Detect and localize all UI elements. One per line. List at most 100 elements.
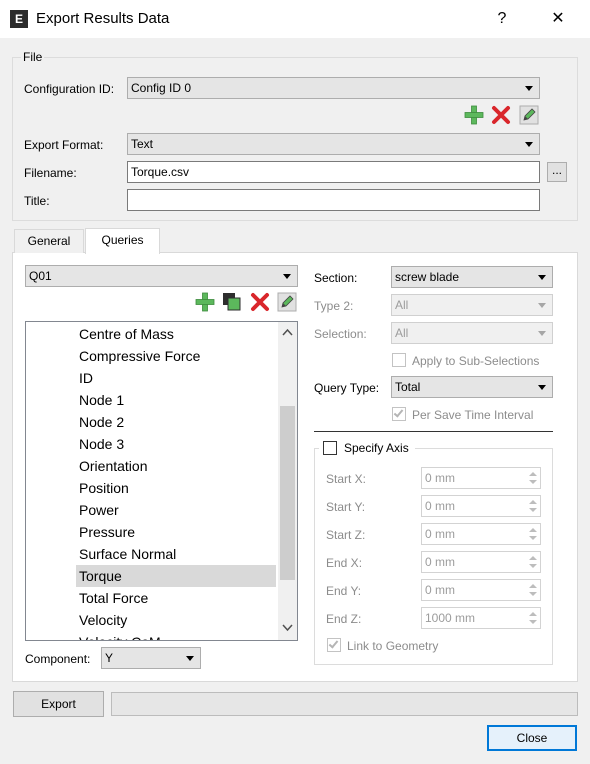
query-select[interactable]: Q01 — [25, 265, 298, 287]
edit-query-icon[interactable] — [277, 292, 297, 312]
type2-select[interactable]: All — [391, 294, 553, 316]
configuration-id-label: Configuration ID: — [24, 82, 115, 96]
help-button[interactable]: ? — [490, 8, 514, 30]
window-title: Export Results Data — [36, 10, 170, 27]
end-y-value: 0 mm — [425, 583, 455, 597]
component-select[interactable]: Y — [101, 647, 201, 669]
browse-button[interactable]: ... — [547, 162, 567, 182]
list-item[interactable]: Surface Normal — [76, 543, 276, 565]
add-icon[interactable] — [464, 105, 484, 125]
list-item[interactable]: Centre of Mass — [76, 323, 276, 345]
apply-sub-selections-checkbox[interactable] — [392, 353, 406, 367]
start-z-label: Start Z: — [326, 528, 366, 542]
list-item[interactable]: Position — [76, 477, 276, 499]
app-icon: E — [10, 10, 28, 28]
start-y-value: 0 mm — [425, 499, 455, 513]
list-item-selected[interactable]: Torque — [76, 565, 276, 587]
list-item[interactable]: Node 3 — [76, 433, 276, 455]
spin-up-icon[interactable] — [529, 612, 537, 616]
selection-label: Selection: — [314, 327, 367, 341]
close-button[interactable]: Close — [487, 725, 577, 751]
edit-icon[interactable] — [519, 105, 539, 125]
specify-axis-checkbox[interactable] — [323, 441, 337, 455]
filename-input[interactable]: Torque.csv — [127, 161, 540, 183]
spin-down-icon[interactable] — [529, 564, 537, 568]
spin-down-icon[interactable] — [529, 620, 537, 624]
list-item[interactable]: Total Force — [76, 587, 276, 609]
checkmark-icon — [328, 638, 339, 649]
per-save-time-label: Per Save Time Interval — [412, 408, 534, 422]
list-scrollbar[interactable] — [278, 322, 297, 640]
selection-value: All — [395, 326, 409, 340]
list-item[interactable]: Velocity CoM — [76, 631, 276, 640]
window-close-button[interactable]: ✕ — [546, 8, 570, 30]
link-geometry-label: Link to Geometry — [347, 639, 439, 653]
chevron-down-icon[interactable] — [282, 624, 293, 632]
list-item[interactable]: Node 2 — [76, 411, 276, 433]
list-item[interactable]: Node 1 — [76, 389, 276, 411]
spin-down-icon[interactable] — [529, 536, 537, 540]
delete-icon[interactable] — [491, 105, 511, 125]
end-y-label: End Y: — [326, 584, 362, 598]
spin-up-icon[interactable] — [529, 500, 537, 504]
list-item[interactable]: Power — [76, 499, 276, 521]
list-item[interactable]: Compressive Force — [76, 345, 276, 367]
start-x-label: Start X: — [326, 472, 367, 486]
list-item[interactable]: ID — [76, 367, 276, 389]
chevron-down-icon — [538, 303, 546, 308]
query-type-label: Query Type: — [314, 381, 380, 395]
property-list[interactable]: Centre of Mass Compressive Force ID Node… — [25, 321, 298, 641]
spin-up-icon[interactable] — [529, 556, 537, 560]
type2-label: Type 2: — [314, 299, 354, 313]
start-y-input[interactable]: 0 mm — [421, 495, 541, 517]
query-type-select[interactable]: Total — [391, 376, 553, 398]
end-z-input[interactable]: 1000 mm — [421, 607, 541, 629]
start-y-label: Start Y: — [326, 500, 366, 514]
export-format-value: Text — [131, 137, 154, 151]
chevron-down-icon — [525, 142, 533, 147]
spin-up-icon[interactable] — [529, 528, 537, 532]
add-query-icon[interactable] — [195, 292, 215, 312]
end-x-value: 0 mm — [425, 555, 455, 569]
spin-down-icon[interactable] — [529, 508, 537, 512]
file-group-label: File — [21, 50, 45, 64]
chevron-down-icon — [538, 385, 546, 390]
spin-up-icon[interactable] — [529, 584, 537, 588]
export-progress-bar — [111, 692, 578, 716]
chevron-down-icon — [283, 274, 291, 279]
link-geometry-checkbox[interactable] — [327, 638, 341, 652]
chevron-down-icon — [186, 656, 194, 661]
spin-up-icon[interactable] — [529, 472, 537, 476]
end-y-input[interactable]: 0 mm — [421, 579, 541, 601]
chevron-down-icon — [525, 86, 533, 91]
section-select[interactable]: screw blade — [391, 266, 553, 288]
end-z-value: 1000 mm — [425, 611, 476, 625]
per-save-time-checkbox[interactable] — [392, 407, 406, 421]
start-z-input[interactable]: 0 mm — [421, 523, 541, 545]
divider — [314, 431, 553, 432]
list-item[interactable]: Pressure — [76, 521, 276, 543]
start-x-input[interactable]: 0 mm — [421, 467, 541, 489]
chevron-down-icon — [538, 331, 546, 336]
chevron-down-icon — [538, 275, 546, 280]
configuration-id-select[interactable]: Config ID 0 — [127, 77, 540, 99]
end-x-input[interactable]: 0 mm — [421, 551, 541, 573]
component-value: Y — [105, 651, 114, 665]
list-item[interactable]: Velocity — [76, 609, 276, 631]
tab-general[interactable]: General — [14, 229, 84, 253]
spin-down-icon[interactable] — [529, 480, 537, 484]
spin-down-icon[interactable] — [529, 592, 537, 596]
export-format-select[interactable]: Text — [127, 133, 540, 155]
apply-sub-selections-label: Apply to Sub-Selections — [412, 354, 540, 368]
end-z-label: End Z: — [326, 612, 362, 626]
tab-queries[interactable]: Queries — [85, 228, 160, 254]
export-button[interactable]: Export — [13, 691, 104, 717]
chevron-up-icon[interactable] — [282, 328, 293, 336]
selection-select[interactable]: All — [391, 322, 553, 344]
configuration-id-value: Config ID 0 — [131, 81, 192, 95]
scrollbar-thumb[interactable] — [280, 406, 295, 580]
list-item[interactable]: Orientation — [76, 455, 276, 477]
delete-query-icon[interactable] — [250, 292, 270, 312]
copy-icon[interactable] — [222, 292, 242, 312]
title-input[interactable] — [127, 189, 540, 211]
